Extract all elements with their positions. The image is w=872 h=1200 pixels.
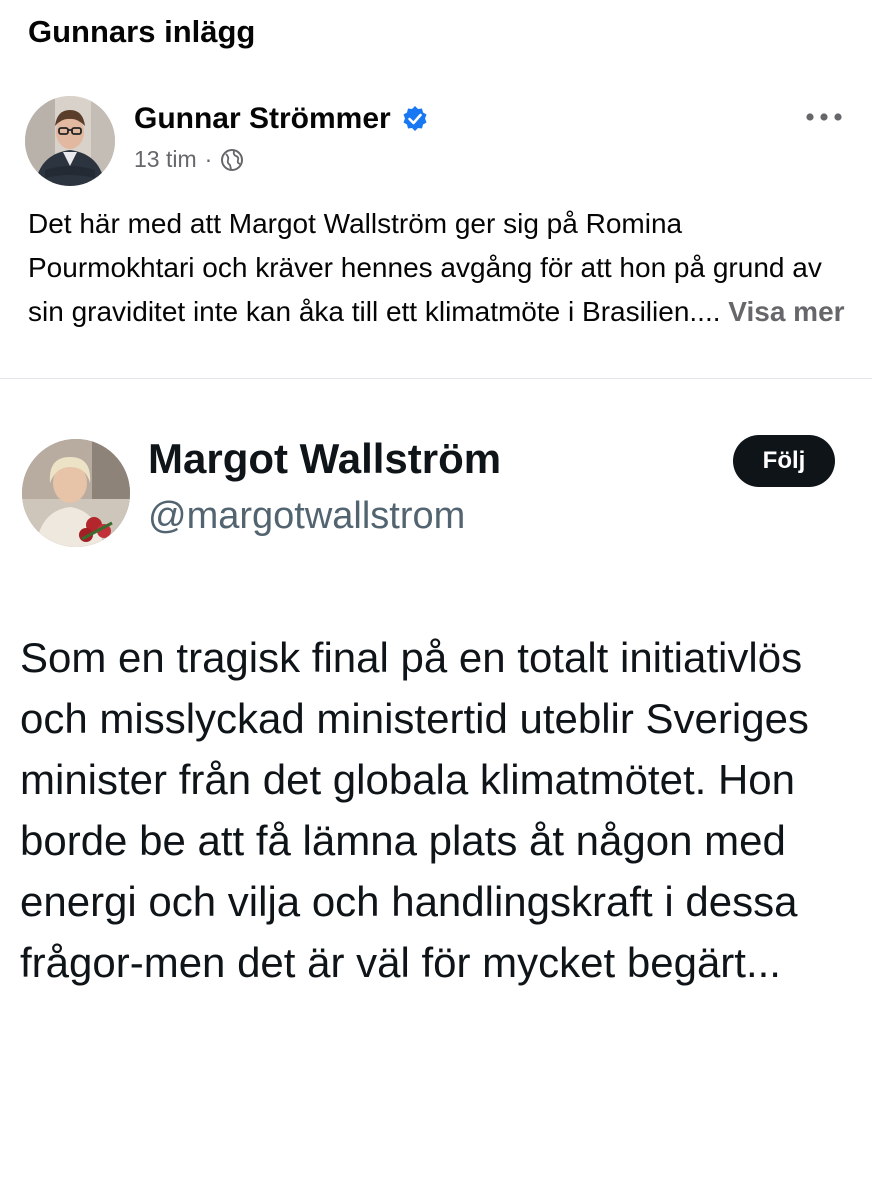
author-name-label: Gunnar Strömmer — [134, 102, 391, 135]
cropped-text-fragment — [514, 378, 564, 385]
see-more-link[interactable]: Visa mer — [728, 296, 844, 327]
tweet-author-handle: @margotwallstrom — [148, 495, 466, 537]
embedded-tweet-image[interactable]: Margot Wallström @margotwallstrom Följ S… — [0, 378, 872, 1200]
page-title: Gunnars inlägg — [28, 14, 256, 49]
tweet-avatar — [22, 439, 130, 547]
author-avatar[interactable] — [25, 96, 115, 186]
tweet-author-name: Margot Wallström — [148, 435, 502, 482]
post-body: Det här med att Margot Wallström ger sig… — [28, 208, 822, 327]
more-options-button[interactable] — [802, 104, 846, 130]
post-text: Det här med att Margot Wallström ger sig… — [28, 202, 848, 334]
tweet-text: Som en tragisk final på en totalt initia… — [20, 634, 809, 986]
author-name[interactable]: Gunnar Strömmer — [134, 102, 429, 136]
more-options-icon — [806, 113, 842, 121]
follow-button: Följ — [733, 435, 835, 487]
post-timestamp[interactable]: 13 tim — [134, 146, 197, 173]
meta-separator: · — [204, 146, 213, 172]
tweet-author-photo — [22, 439, 130, 547]
author-photo — [25, 96, 115, 186]
globe-icon — [220, 148, 244, 172]
post-meta: 13 tim · — [134, 146, 244, 173]
verified-badge-icon — [401, 105, 429, 133]
